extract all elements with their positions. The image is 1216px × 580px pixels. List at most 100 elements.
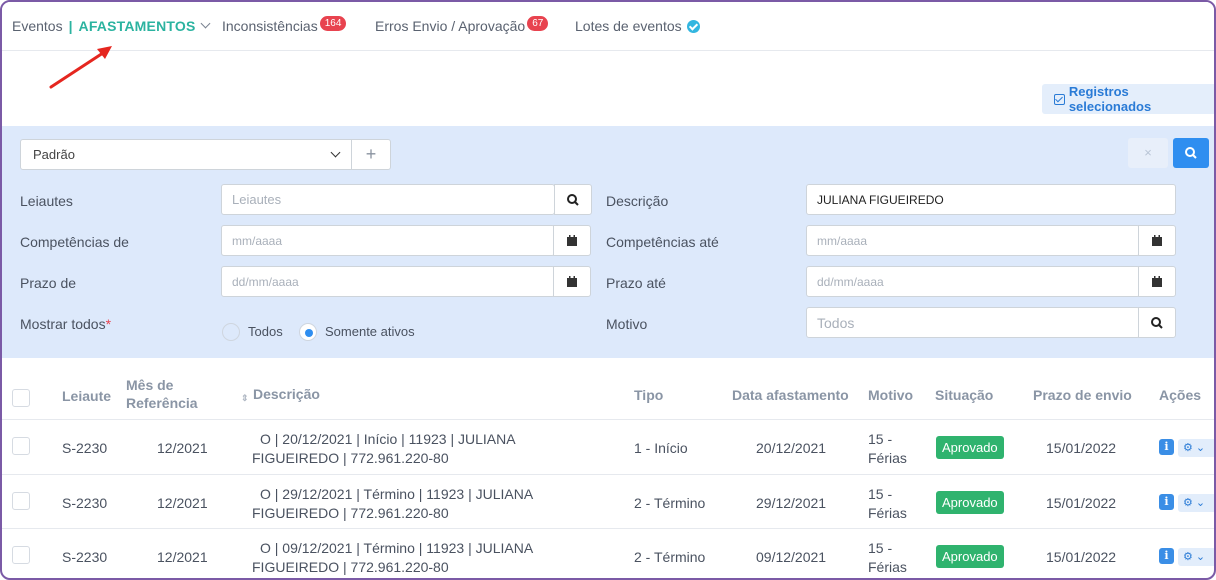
competencias-de-input[interactable]: mm/aaaa <box>221 225 555 256</box>
nav-lotes-label: Lotes de eventos <box>575 18 682 34</box>
cell-tipo: 2 - Término <box>634 549 706 565</box>
cell-mes: 12/2021 <box>157 549 208 565</box>
cell-prazo: 15/01/2022 <box>1046 495 1117 511</box>
nav-lotes[interactable]: Lotes de eventos <box>575 18 700 34</box>
gear-menu-button[interactable]: ⚙ ⌄ <box>1178 439 1214 457</box>
header-acoes: Ações <box>1159 387 1202 403</box>
info-icon[interactable]: i <box>1159 494 1174 510</box>
competencias-ate-input[interactable]: mm/aaaa <box>806 225 1140 256</box>
cell-mes: 12/2021 <box>157 495 208 511</box>
cell-descricao-line1: O | 20/12/2021 | Início | 11923 | JULIAN… <box>260 431 516 447</box>
chevron-down-icon <box>200 18 210 29</box>
header-data-afastamento[interactable]: Data afastamento <box>732 387 849 404</box>
table-row[interactable]: S-2230 12/2021 O | 20/12/2021 | Início |… <box>2 419 1214 473</box>
header-prazo-envio[interactable]: Prazo de envio <box>1033 387 1132 404</box>
filter-preset-select[interactable]: Padrão <box>20 139 352 170</box>
cell-motivo-line2: Férias <box>868 450 907 466</box>
cell-motivo-line2: Férias <box>868 505 907 521</box>
radio-somente-ativos[interactable] <box>299 323 317 341</box>
red-arrow-annotation <box>49 46 112 89</box>
required-marker: * <box>105 316 112 332</box>
clear-filter-button[interactable]: × <box>1128 138 1168 168</box>
cell-tipo: 1 - Início <box>634 440 688 456</box>
gear-menu-button[interactable]: ⚙ ⌄ <box>1178 494 1214 512</box>
table-row[interactable]: S-2230 12/2021 O | 29/12/2021 | Término … <box>2 474 1214 528</box>
cell-prazo: 15/01/2022 <box>1046 549 1117 565</box>
row-checkbox[interactable] <box>12 492 30 510</box>
row-checkbox[interactable] <box>12 546 30 564</box>
chevron-down-icon <box>330 147 341 158</box>
header-motivo[interactable]: Motivo <box>868 387 913 404</box>
descricao-input[interactable]: JULIANA FIGUEIREDO <box>806 184 1176 215</box>
inconsistencias-count-badge: 164 <box>319 15 347 31</box>
motivo-search-button[interactable] <box>1138 307 1176 338</box>
search-button[interactable] <box>1173 138 1209 168</box>
prazo-ate-input[interactable]: dd/mm/aaaa <box>806 266 1140 297</box>
cell-data: 20/12/2021 <box>756 440 827 456</box>
radio-somente-ativos-label: Somente ativos <box>325 324 415 339</box>
cell-descricao-line1: O | 09/12/2021 | Término | 11923 | JULIA… <box>260 540 534 556</box>
info-icon[interactable]: i <box>1159 548 1174 564</box>
status-badge: Aprovado <box>936 436 1004 459</box>
cell-descricao-line2: FIGUEIREDO | 772.961.220-80 <box>252 450 449 466</box>
competencias-ate-calendar-button[interactable] <box>1138 225 1176 256</box>
competencias-de-label: Competências de <box>20 234 129 250</box>
status-badge: Aprovado <box>936 545 1004 568</box>
motivo-input[interactable]: Todos <box>806 307 1140 338</box>
header-situacao[interactable]: Situação <box>935 387 993 404</box>
registros-selecionados-button[interactable]: Registros selecionados <box>1042 84 1214 114</box>
leiautes-input[interactable]: Leiautes <box>221 184 555 215</box>
prazo-ate-calendar-button[interactable] <box>1138 266 1176 297</box>
cell-motivo-line2: Férias <box>868 559 907 575</box>
gear-menu-button[interactable]: ⚙ ⌄ <box>1178 548 1214 566</box>
table-header: Leiaute Mês de Referência ⇕ Descrição Ti… <box>2 358 1214 418</box>
prazo-de-calendar-button[interactable] <box>553 266 591 297</box>
calendar-icon <box>1152 234 1162 246</box>
nav-erros[interactable]: Erros Envio / Aprovação 67 <box>375 15 549 34</box>
radio-todos-label: Todos <box>248 324 283 339</box>
cell-leiaute: S-2230 <box>62 440 108 456</box>
descricao-label: Descrição <box>606 193 669 209</box>
prazo-de-input[interactable]: dd/mm/aaaa <box>221 266 555 297</box>
mostrar-todos-label: Mostrar todos* <box>20 316 111 332</box>
cell-descricao-line2: FIGUEIREDO | 772.961.220-80 <box>252 559 449 575</box>
nav-separator: | <box>68 18 73 34</box>
row-checkbox[interactable] <box>12 437 30 455</box>
select-all-checkbox[interactable] <box>12 389 30 407</box>
add-filter-button[interactable]: + <box>351 139 391 170</box>
cell-tipo: 2 - Término <box>634 495 706 511</box>
nav-erros-label: Erros Envio / Aprovação <box>375 18 526 34</box>
table-row[interactable]: S-2230 12/2021 O | 09/12/2021 | Término … <box>2 528 1214 578</box>
header-leiaute[interactable]: Leiaute <box>62 388 111 405</box>
checkbox-icon <box>1054 93 1065 105</box>
leiautes-search-button[interactable] <box>554 184 592 215</box>
sort-icon[interactable]: ⇕ <box>241 390 249 407</box>
calendar-icon <box>567 234 577 246</box>
calendar-icon <box>567 275 577 287</box>
nav-inconsistencias-label: Inconsistências <box>222 18 318 34</box>
nav-inconsistencias[interactable]: Inconsistências 164 <box>222 15 347 34</box>
header-descricao[interactable]: Descrição <box>253 386 320 403</box>
cell-motivo-line1: 15 - <box>868 540 893 556</box>
leiautes-label: Leiautes <box>20 193 73 209</box>
header-tipo[interactable]: Tipo <box>634 387 663 404</box>
cell-leiaute: S-2230 <box>62 495 108 511</box>
radio-todos[interactable] <box>222 323 240 341</box>
cell-leiaute: S-2230 <box>62 549 108 565</box>
nav-eventos-afastamentos[interactable]: Eventos | AFASTAMENTOS <box>12 18 210 34</box>
competencias-de-calendar-button[interactable] <box>553 225 591 256</box>
header-mes-referencia-line1[interactable]: Mês de <box>126 377 173 394</box>
mostrar-todos-text: Mostrar todos <box>20 316 106 332</box>
cell-prazo: 15/01/2022 <box>1046 440 1117 456</box>
info-icon[interactable]: i <box>1159 439 1174 455</box>
search-icon <box>1151 316 1163 329</box>
prazo-de-label: Prazo de <box>20 275 77 291</box>
nav-eventos-label: Eventos <box>12 18 63 34</box>
nav-afastamentos-label: AFASTAMENTOS <box>78 18 196 34</box>
cell-descricao-line2: FIGUEIREDO | 772.961.220-80 <box>252 505 449 521</box>
status-badge: Aprovado <box>936 491 1004 514</box>
competencias-ate-label: Competências até <box>606 234 719 250</box>
top-nav: Eventos | AFASTAMENTOS Inconsistências 1… <box>2 2 1214 51</box>
erros-count-badge: 67 <box>527 15 549 31</box>
header-mes-referencia-line2[interactable]: Referência <box>126 395 198 412</box>
